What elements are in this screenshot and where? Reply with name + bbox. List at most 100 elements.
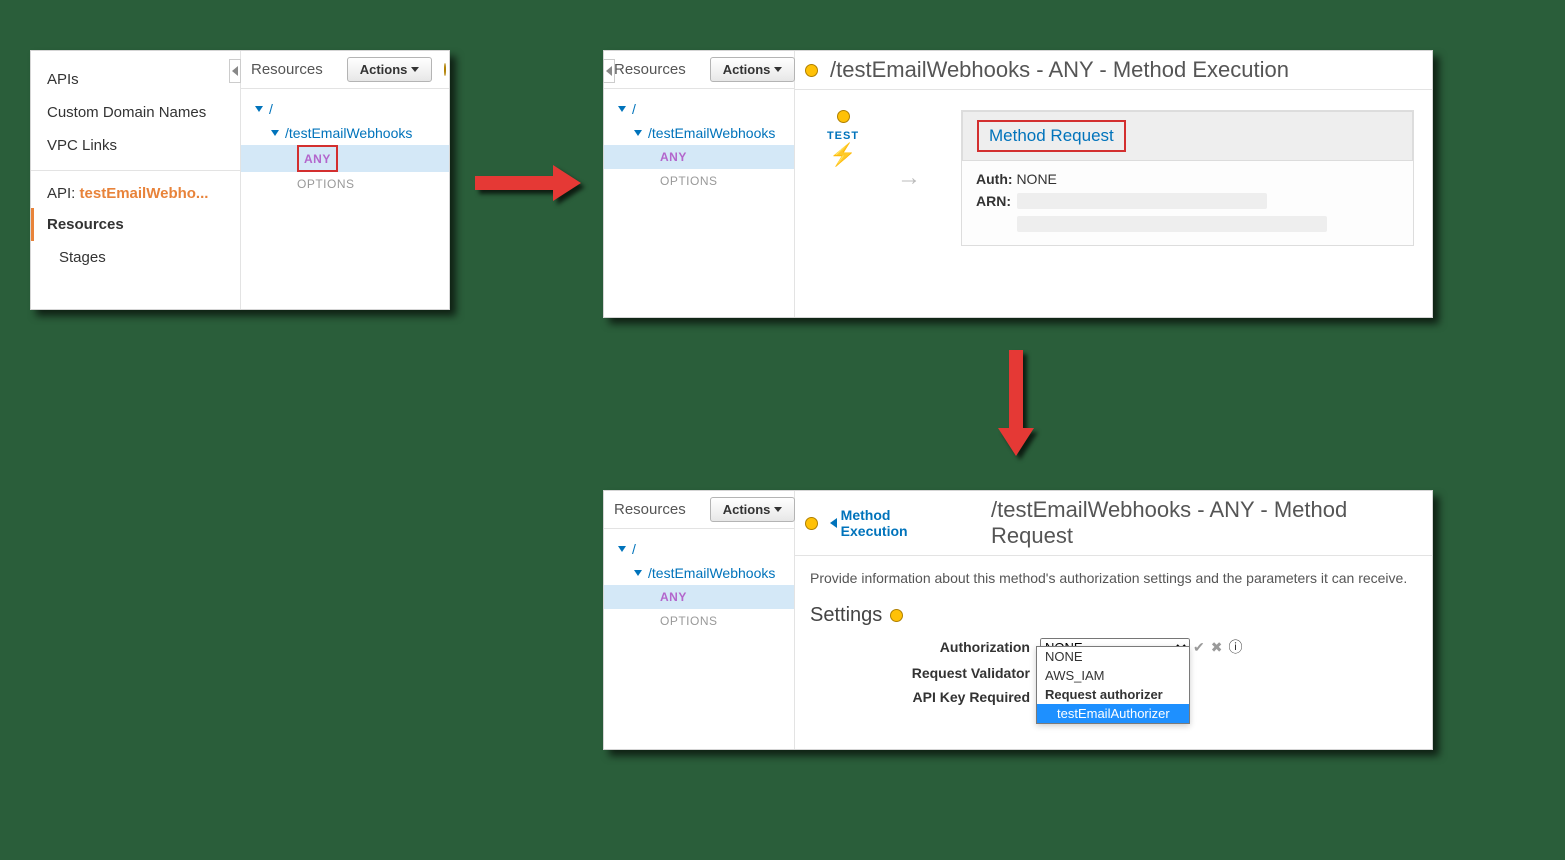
tree-resource-label: /testEmailWebhooks (285, 123, 412, 143)
tree-resource-label: /testEmailWebhooks (648, 123, 775, 143)
divider (31, 170, 240, 171)
nav-custom-domain[interactable]: Custom Domain Names (31, 96, 240, 129)
actions-label: Actions (723, 62, 771, 77)
nav-apis[interactable]: APIs (31, 63, 240, 96)
nav-stages[interactable]: Stages (31, 241, 240, 274)
resources-column-3: Resources Actions / /testEmailWebhooks A… (604, 491, 795, 749)
caret-down-icon (774, 67, 782, 72)
resources-header: Resources Actions (241, 51, 449, 89)
method-exec-title: /testEmailWebhooks - ANY - Method Execut… (830, 57, 1289, 83)
resources-header-3: Resources Actions (604, 491, 794, 529)
confirm-icon[interactable]: ✔ (1190, 639, 1208, 656)
method-any-label: ANY (660, 147, 687, 167)
resource-tree-3: / /testEmailWebhooks ANY OPTIONS (604, 529, 794, 641)
tree-resource[interactable]: /testEmailWebhooks (604, 561, 794, 585)
expand-icon[interactable] (634, 130, 642, 136)
status-dot-icon (837, 110, 850, 123)
caret-down-icon (774, 507, 782, 512)
actions-button-3[interactable]: Actions (710, 497, 796, 522)
tree-resource-label: /testEmailWebhooks (648, 563, 775, 583)
method-request-card: Method Request Auth: NONE ARN: (961, 110, 1414, 246)
authz-optgroup-request-authorizer: Request authorizer (1037, 685, 1189, 704)
expand-icon[interactable] (255, 106, 263, 112)
actions-button-2[interactable]: Actions (710, 57, 796, 82)
expand-icon[interactable] (618, 106, 626, 112)
arrow-left-icon (830, 518, 837, 528)
api-key-required-label: API Key Required (810, 689, 1040, 705)
method-request-pane: Method Execution /testEmailWebhooks - AN… (794, 491, 1432, 749)
tree-method-any[interactable]: ANY (604, 145, 794, 169)
tree-root[interactable]: / (241, 97, 449, 121)
method-exec-body: TEST ⚡ → Method Request Auth: NONE (795, 90, 1432, 266)
authorization-label: Authorization (810, 639, 1040, 655)
collapse-left[interactable] (603, 59, 615, 83)
flow-arrow-small: → (897, 164, 937, 192)
method-options-label: OPTIONS (660, 611, 718, 631)
method-request-title-3: /testEmailWebhooks - ANY - Method Reques… (991, 497, 1422, 549)
resources-title-2: Resources (614, 61, 686, 78)
test-block[interactable]: TEST ⚡ (813, 110, 873, 168)
method-request-description: Provide information about this method's … (810, 556, 1416, 590)
actions-label: Actions (360, 62, 408, 77)
sidebar: APIs Custom Domain Names VPC Links API: … (31, 51, 241, 309)
authz-option-testemailauthorizer[interactable]: testEmailAuthorizer (1037, 704, 1189, 723)
tree-method-options[interactable]: OPTIONS (604, 169, 794, 193)
authorization-dropdown[interactable]: NONE AWS_IAM Request authorizer testEmai… (1036, 646, 1190, 724)
resources-title: Resources (251, 61, 323, 78)
authz-option-none[interactable]: NONE (1037, 647, 1189, 666)
chevron-left-icon (606, 66, 612, 76)
resource-tree: / /testEmailWebhooks ANY OPTIONS (241, 89, 449, 204)
tree-method-any[interactable]: ANY (604, 585, 794, 609)
back-label: Method Execution (841, 507, 958, 539)
tree-root-label: / (632, 539, 636, 559)
authz-option-aws-iam[interactable]: AWS_IAM (1037, 666, 1189, 685)
method-any-label: ANY (304, 152, 331, 166)
api-prefix: API: (47, 185, 80, 202)
request-validator-label: Request Validator (810, 665, 1040, 681)
auth-label: Auth: (976, 171, 1013, 187)
method-request-title: Method Request (989, 126, 1114, 145)
expand-icon[interactable] (634, 570, 642, 576)
actions-label: Actions (723, 502, 771, 517)
resources-title-3: Resources (614, 501, 686, 518)
api-name[interactable]: testEmailWebho... (80, 185, 209, 202)
tree-root[interactable]: / (604, 537, 794, 561)
settings-heading: Settings (810, 604, 1416, 627)
arrow-right-icon (475, 165, 585, 201)
chevron-left-icon (232, 66, 238, 76)
status-dot-icon (805, 64, 818, 77)
collapse-sidebar[interactable] (229, 59, 241, 83)
cancel-icon[interactable]: ✖ (1208, 639, 1226, 656)
nav-resources[interactable]: Resources (31, 208, 240, 241)
status-dot-icon (444, 63, 446, 76)
actions-button[interactable]: Actions (347, 57, 433, 82)
api-label: API: testEmailWebho... (31, 179, 240, 208)
resources-column-2: Resources Actions / /testEmailWebhooks A… (604, 51, 795, 317)
tree-method-options[interactable]: OPTIONS (241, 172, 449, 196)
resources-header-2: Resources Actions (604, 51, 794, 89)
tree-method-options[interactable]: OPTIONS (604, 609, 794, 633)
tree-root[interactable]: / (604, 97, 794, 121)
expand-icon[interactable] (271, 130, 279, 136)
method-request-header-3: Method Execution /testEmailWebhooks - AN… (795, 491, 1432, 556)
redacted-arn-2 (1017, 216, 1327, 232)
info-icon[interactable]: ⓘ (1225, 637, 1245, 657)
method-any-label: ANY (660, 587, 687, 607)
method-request-header[interactable]: Method Request (962, 111, 1413, 161)
tree-resource[interactable]: /testEmailWebhooks (241, 121, 449, 145)
panel-step1: APIs Custom Domain Names VPC Links API: … (30, 50, 450, 310)
test-label: TEST (827, 130, 859, 142)
expand-icon[interactable] (618, 546, 626, 552)
tree-method-any[interactable]: ANY (241, 145, 449, 172)
method-options-label: OPTIONS (297, 174, 355, 194)
tree-root-label: / (269, 99, 273, 119)
tree-resource[interactable]: /testEmailWebhooks (604, 121, 794, 145)
back-to-method-execution[interactable]: Method Execution (830, 507, 958, 539)
status-dot-icon (805, 517, 818, 530)
nav-vpc-links[interactable]: VPC Links (31, 129, 240, 162)
redacted-arn-1 (1017, 193, 1267, 209)
resource-tree-2: / /testEmailWebhooks ANY OPTIONS (604, 89, 794, 201)
arn-row: ARN: (976, 193, 1399, 235)
method-request-body-3: Provide information about this method's … (794, 556, 1432, 705)
arrow-down-icon (998, 350, 1034, 460)
